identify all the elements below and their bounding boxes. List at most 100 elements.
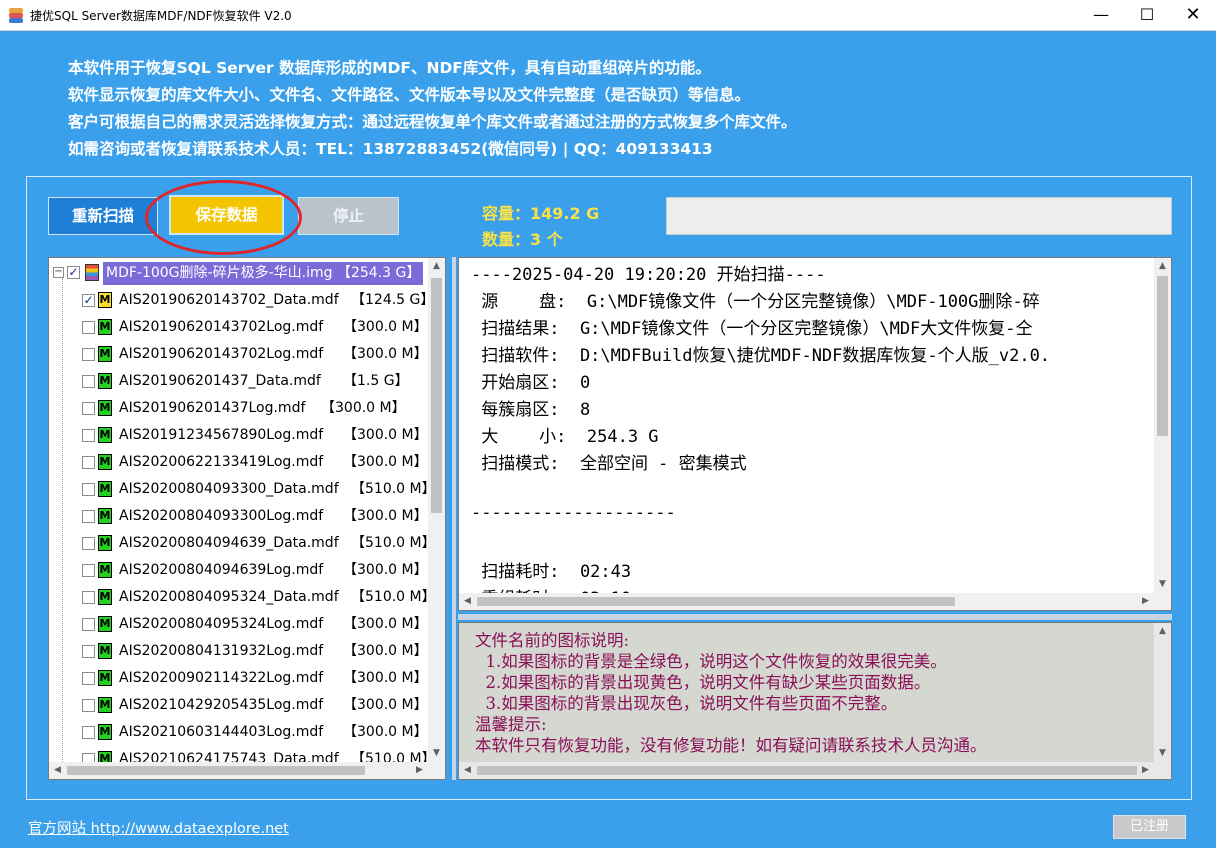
- log-horizontal-scrollbar[interactable]: ◀ ▶: [459, 593, 1171, 610]
- file-size: 【300.0 M】: [343, 724, 428, 740]
- maximize-button[interactable]: ☐: [1124, 0, 1170, 31]
- file-checkbox[interactable]: [82, 591, 95, 604]
- file-name: AIS20210603144403Log.mdf: [119, 724, 324, 740]
- tree-file-item[interactable]: M AIS20200804094639Log.mdf 【300.0 M】: [49, 557, 429, 584]
- mdf-status-icon: M: [98, 589, 112, 605]
- tree-file-item[interactable]: M AIS201906201437_Data.mdf 【1.5 G】: [49, 368, 429, 395]
- disk-image-icon: [85, 264, 99, 281]
- intro-line-4: 如需咨询或者恢复请联系技术人员：TEL：13872883452(微信同号) | …: [68, 140, 713, 158]
- file-checkbox[interactable]: [82, 645, 95, 658]
- minimize-button[interactable]: —: [1078, 0, 1124, 31]
- log-line: 源 盘: G:\MDF镜像文件（一个分区完整镜像）\MDF-100G删除-碎: [471, 292, 1040, 312]
- tree-file-item[interactable]: ✓ M AIS20190620143702_Data.mdf 【124.5 G】: [49, 287, 434, 314]
- tree-hscroll-thumb[interactable]: [67, 766, 365, 775]
- tree-vertical-scrollbar[interactable]: ▲ ▼: [428, 258, 445, 762]
- count-stat: 数量：3 个: [482, 230, 563, 249]
- mdf-status-icon: M: [98, 562, 112, 578]
- scroll-up-icon[interactable]: ▲: [1154, 623, 1171, 640]
- file-checkbox[interactable]: [82, 537, 95, 550]
- scroll-down-icon[interactable]: ▼: [1154, 745, 1171, 762]
- tree-file-item[interactable]: M AIS20210429205435Log.mdf 【300.0 M】: [49, 692, 429, 719]
- log-line: 扫描耗时: 02:43: [471, 562, 632, 582]
- log-hscroll-thumb[interactable]: [477, 597, 955, 606]
- file-checkbox[interactable]: [82, 429, 95, 442]
- horizontal-splitter[interactable]: [458, 614, 1172, 620]
- tree-scroll-thumb[interactable]: [431, 278, 442, 513]
- tree-file-item[interactable]: M AIS20200622133419Log.mdf 【300.0 M】: [49, 449, 429, 476]
- file-name: AIS201906201437Log.mdf: [119, 400, 306, 416]
- tree-file-item[interactable]: M AIS20200804095324Log.mdf 【300.0 M】: [49, 611, 429, 638]
- mdf-status-icon: M: [98, 670, 112, 686]
- file-name: AIS20200804093300Log.mdf: [119, 508, 324, 524]
- file-checkbox[interactable]: [82, 375, 95, 388]
- tree-file-item[interactable]: M AIS20200804094639_Data.mdf 【510.0 M】: [49, 530, 436, 557]
- scroll-left-icon[interactable]: ◀: [459, 762, 476, 779]
- note-line: 本软件只有恢复功能，没有修复功能！如有疑问请联系技术人员沟通。: [475, 736, 987, 755]
- tree-file-item[interactable]: M AIS20200804093300Log.mdf 【300.0 M】: [49, 503, 429, 530]
- scroll-right-icon[interactable]: ▶: [411, 762, 428, 779]
- file-size: 【300.0 M】: [343, 508, 428, 524]
- file-checkbox[interactable]: [82, 321, 95, 334]
- file-size: 【300.0 M】: [343, 697, 428, 713]
- file-checkbox[interactable]: [82, 402, 95, 415]
- scroll-down-icon[interactable]: ▼: [428, 745, 445, 762]
- file-checkbox[interactable]: [82, 672, 95, 685]
- mdf-status-icon: M: [98, 292, 112, 308]
- close-button[interactable]: ✕: [1170, 0, 1216, 31]
- collapse-toggle-icon[interactable]: −: [53, 267, 64, 278]
- file-name: AIS20210429205435Log.mdf: [119, 697, 324, 713]
- vertical-splitter[interactable]: [452, 257, 456, 780]
- title-bar: 捷优SQL Server数据库MDF/NDF恢复软件 V2.0 — ☐ ✕: [0, 0, 1216, 31]
- scroll-up-icon[interactable]: ▲: [428, 258, 445, 275]
- notes-hscroll-thumb[interactable]: [477, 766, 1137, 775]
- tree-file-item[interactable]: M AIS201906201437Log.mdf 【300.0 M】: [49, 395, 429, 422]
- scroll-right-icon[interactable]: ▶: [1137, 593, 1154, 610]
- tree-file-item[interactable]: M AIS20200804093300_Data.mdf 【510.0 M】: [49, 476, 436, 503]
- file-checkbox[interactable]: [82, 564, 95, 577]
- scroll-down-icon[interactable]: ▼: [1154, 576, 1171, 593]
- highlight-circle-annotation: [145, 180, 302, 255]
- registered-button[interactable]: 已注册: [1113, 815, 1186, 839]
- tree-file-item[interactable]: M AIS20210603144403Log.mdf 【300.0 M】: [49, 719, 429, 746]
- tree-horizontal-scrollbar[interactable]: ◀ ▶: [49, 762, 445, 779]
- scroll-left-icon[interactable]: ◀: [459, 593, 476, 610]
- file-name: AIS20200902114322Log.mdf: [119, 670, 324, 686]
- rescan-button[interactable]: 重新扫描: [48, 197, 158, 235]
- file-checkbox[interactable]: [82, 483, 95, 496]
- tree-file-item[interactable]: M AIS20200804131932Log.mdf 【300.0 M】: [49, 638, 429, 665]
- file-checkbox[interactable]: [82, 699, 95, 712]
- file-checkbox[interactable]: [82, 348, 95, 361]
- log-line: 扫描模式: 全部空间 - 密集模式: [471, 454, 747, 474]
- file-size: 【300.0 M】: [343, 427, 428, 443]
- progress-bar: [666, 197, 1172, 235]
- file-size: 【300.0 M】: [343, 319, 428, 335]
- file-checkbox[interactable]: [82, 456, 95, 469]
- icon-legend-notes: 文件名前的图标说明: 1.如果图标的背景是全绿色，说明这个文件恢复的效果很完美。…: [458, 622, 1172, 780]
- tree-file-item[interactable]: M AIS20200804095324_Data.mdf 【510.0 M】: [49, 584, 436, 611]
- file-name: AIS20200804094639Log.mdf: [119, 562, 324, 578]
- scroll-up-icon[interactable]: ▲: [1154, 258, 1171, 275]
- notes-vertical-scrollbar[interactable]: ▲ ▼: [1154, 623, 1171, 762]
- file-size: 【300.0 M】: [343, 454, 428, 470]
- scan-log-textbox[interactable]: ----2025-04-20 19:20:20 开始扫描---- 源 盘: G:…: [458, 257, 1172, 611]
- scroll-left-icon[interactable]: ◀: [49, 762, 66, 779]
- mdf-status-icon: M: [98, 454, 112, 470]
- tree-file-item[interactable]: M AIS20190620143702Log.mdf 【300.0 M】: [49, 314, 429, 341]
- tree-file-item[interactable]: M AIS20200902114322Log.mdf 【300.0 M】: [49, 665, 429, 692]
- stop-button[interactable]: 停止: [298, 197, 399, 235]
- file-checkbox[interactable]: [82, 510, 95, 523]
- tree-file-item[interactable]: M AIS20191234567890Log.mdf 【300.0 M】: [49, 422, 429, 449]
- tree-file-item[interactable]: M AIS20190620143702Log.mdf 【300.0 M】: [49, 341, 429, 368]
- root-checkbox[interactable]: ✓: [67, 266, 80, 279]
- file-tree[interactable]: − ✓ MDF-100G删除-碎片极多-华山.img 【254.3 G】 ✓ M A…: [48, 257, 446, 780]
- file-checkbox[interactable]: [82, 618, 95, 631]
- scroll-right-icon[interactable]: ▶: [1137, 762, 1154, 779]
- log-scroll-thumb[interactable]: [1157, 276, 1168, 436]
- file-checkbox[interactable]: [82, 726, 95, 739]
- file-checkbox[interactable]: ✓: [82, 294, 95, 307]
- tree-root-label[interactable]: MDF-100G删除-碎片极多-华山.img 【254.3 G】: [103, 262, 424, 285]
- log-vertical-scrollbar[interactable]: ▲ ▼: [1154, 258, 1171, 593]
- website-link[interactable]: 官方网站 http://www.dataexplore.net: [28, 817, 289, 838]
- intro-line-2: 软件显示恢复的库文件大小、文件名、文件路径、文件版本号以及文件完整度（是否缺页）…: [68, 86, 751, 104]
- notes-horizontal-scrollbar[interactable]: ◀ ▶: [459, 762, 1171, 779]
